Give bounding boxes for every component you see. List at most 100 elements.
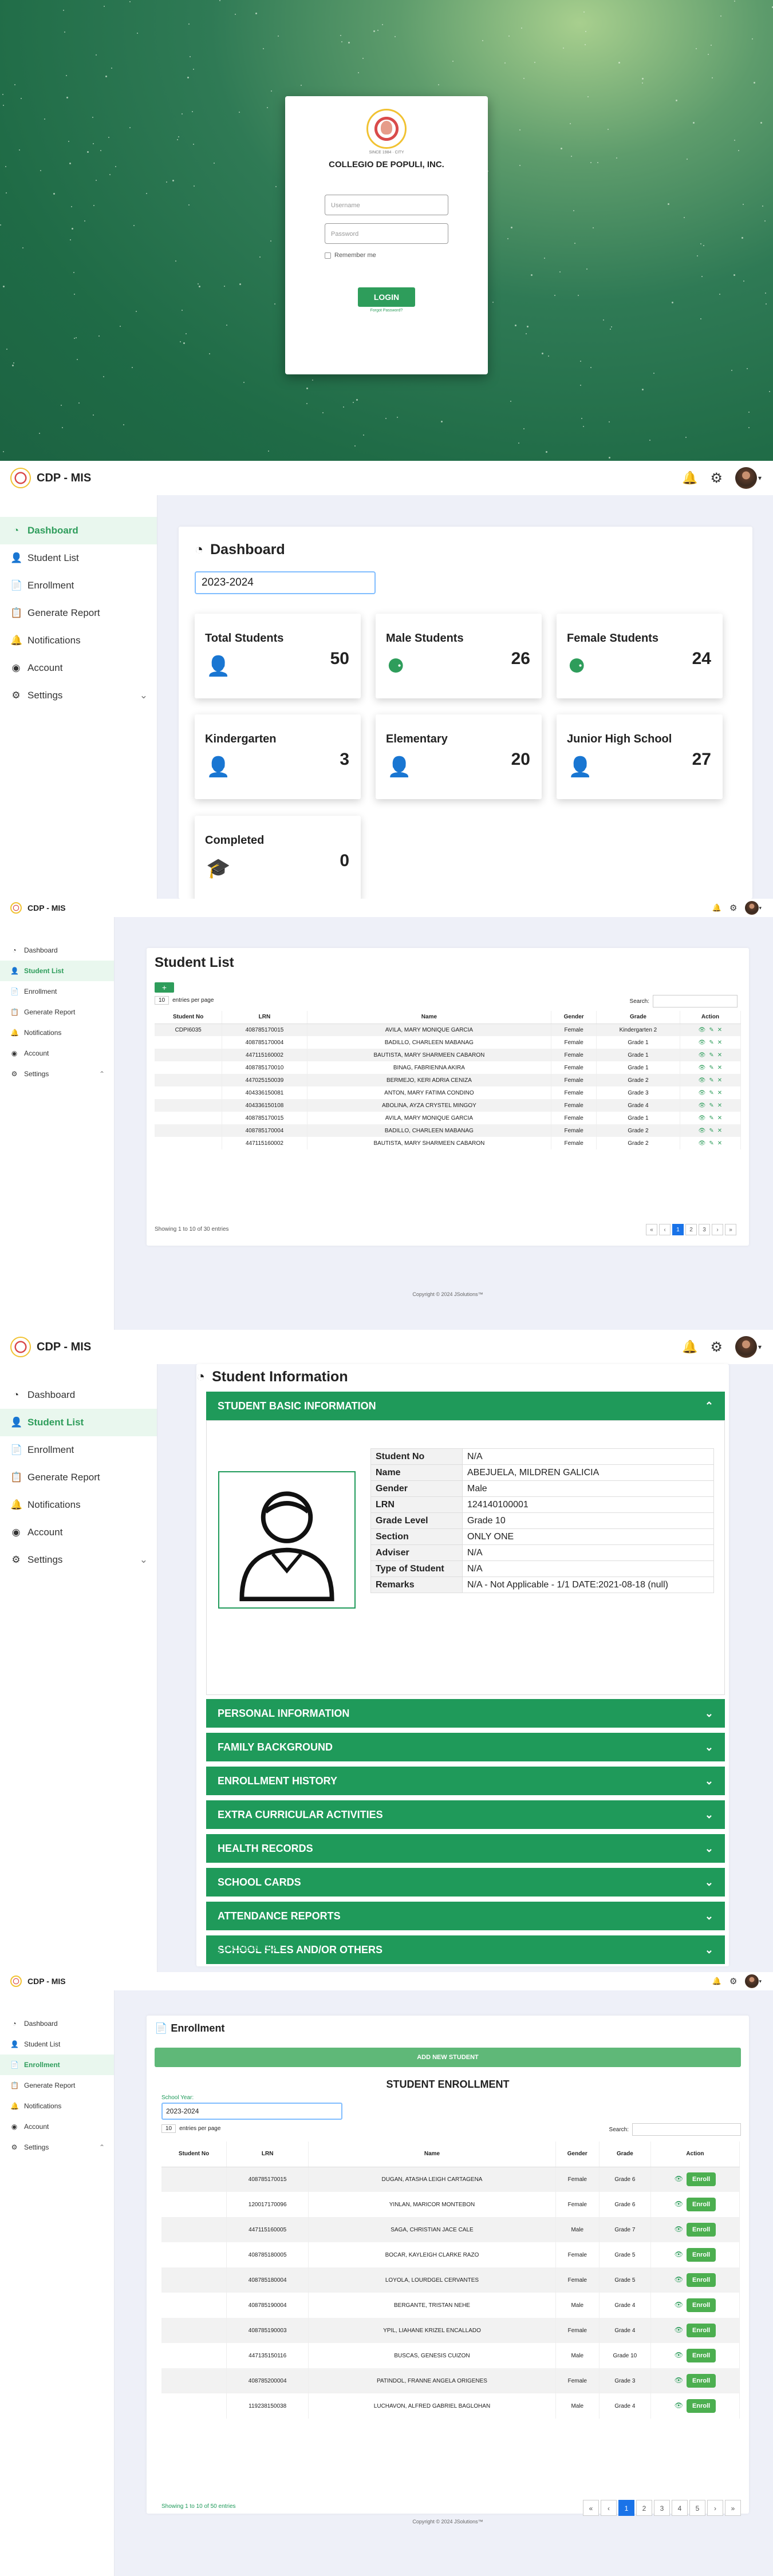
- accordion-personal-information[interactable]: PERSONAL INFORMATION ⌄: [206, 1699, 725, 1728]
- delete-icon[interactable]: ✕: [717, 1027, 722, 1033]
- accordion-health-records[interactable]: HEALTH RECORDS ⌄: [206, 1834, 725, 1863]
- view-icon[interactable]: 👁: [675, 2326, 683, 2334]
- delete-icon[interactable]: ✕: [717, 1103, 722, 1109]
- stat-card-junior-high-school[interactable]: Junior High School 27 👤: [557, 714, 723, 799]
- enroll-button[interactable]: Enroll: [687, 2248, 716, 2262]
- page-button[interactable]: 2: [636, 2500, 652, 2516]
- delete-icon[interactable]: ✕: [717, 1090, 722, 1096]
- delete-icon[interactable]: ✕: [717, 1115, 722, 1121]
- sidebar-item-notifications[interactable]: 🔔 Notifications: [0, 2096, 114, 2116]
- view-icon[interactable]: 👁: [699, 1065, 706, 1071]
- entries-select[interactable]: 10: [161, 2124, 176, 2133]
- sidebar-item-student-list[interactable]: 👤 Student List: [0, 2034, 114, 2055]
- edit-icon[interactable]: ✎: [709, 1128, 713, 1134]
- enroll-button[interactable]: Enroll: [687, 2298, 716, 2312]
- view-icon[interactable]: 👁: [699, 1090, 706, 1096]
- accordion-school-files-and-or-others[interactable]: SCHOOL FILES AND/OR OTHERS ⌄: [206, 1935, 725, 1964]
- delete-icon[interactable]: ✕: [717, 1065, 722, 1071]
- sidebar-item-account[interactable]: ◉ Account: [0, 1519, 157, 1546]
- page-button[interactable]: «: [646, 1224, 657, 1235]
- sidebar-item-settings[interactable]: ⚙ Settings ⌄: [0, 1546, 157, 1574]
- enroll-button[interactable]: Enroll: [687, 2324, 716, 2337]
- column-header[interactable]: LRN: [226, 2142, 309, 2167]
- forgot-password-link[interactable]: Forgot Password?: [285, 309, 488, 313]
- delete-icon[interactable]: ✕: [717, 1128, 722, 1134]
- sidebar-item-generate-report[interactable]: 📋 Generate Report: [0, 2075, 114, 2096]
- view-icon[interactable]: 👁: [675, 2225, 683, 2233]
- view-icon[interactable]: 👁: [675, 2301, 683, 2309]
- view-icon[interactable]: 👁: [675, 2275, 683, 2283]
- column-header[interactable]: Grade: [599, 2142, 651, 2167]
- page-button[interactable]: »: [725, 1224, 736, 1235]
- school-year-select[interactable]: 2023-2024: [195, 571, 376, 594]
- edit-icon[interactable]: ✎: [709, 1065, 713, 1071]
- sidebar-item-settings[interactable]: ⚙ Settings ⌄: [0, 682, 157, 709]
- sidebar-item-notifications[interactable]: 🔔 Notifications: [0, 1022, 114, 1043]
- sidebar-item-settings[interactable]: ⚙ Settings ⌃: [0, 2137, 114, 2158]
- enroll-button[interactable]: Enroll: [687, 2198, 716, 2211]
- page-button[interactable]: 5: [689, 2500, 705, 2516]
- accordion-extra-curricular-activities[interactable]: EXTRA CURRICULAR ACTIVITIES ⌄: [206, 1800, 725, 1829]
- column-header[interactable]: Gender: [551, 1011, 597, 1024]
- sidebar-item-enrollment[interactable]: 📄 Enrollment: [0, 2055, 114, 2075]
- page-button[interactable]: »: [725, 2500, 741, 2516]
- page-button[interactable]: ‹: [659, 1224, 671, 1235]
- gear-icon[interactable]: ⚙: [710, 1339, 723, 1356]
- sidebar-item-dashboard[interactable]: ◔ Dashboard: [0, 1381, 157, 1409]
- edit-icon[interactable]: ✎: [709, 1115, 713, 1121]
- avatar[interactable]: ▾: [735, 1336, 762, 1358]
- view-icon[interactable]: 👁: [675, 2351, 683, 2359]
- view-icon[interactable]: 👁: [675, 2250, 683, 2258]
- page-button[interactable]: 3: [654, 2500, 670, 2516]
- delete-icon[interactable]: ✕: [717, 1040, 722, 1046]
- accordion-basic-info[interactable]: STUDENT BASIC INFORMATION ⌃: [206, 1392, 725, 1420]
- page-button[interactable]: 2: [685, 1224, 697, 1235]
- generate-pdf-link[interactable]: 🗎 Generate PDF: [213, 1942, 282, 1958]
- stat-card-kindergarten[interactable]: Kindergarten 3 👤: [195, 714, 361, 799]
- sidebar-item-dashboard[interactable]: ◔ Dashboard: [0, 517, 157, 544]
- sidebar-item-generate-report[interactable]: 📋 Generate Report: [0, 1464, 157, 1491]
- page-button[interactable]: 1: [672, 1224, 684, 1235]
- column-header[interactable]: Action: [680, 1011, 742, 1024]
- view-icon[interactable]: 👁: [699, 1052, 706, 1058]
- add-new-student-button[interactable]: ADD NEW STUDENT: [155, 2048, 741, 2067]
- page-button[interactable]: ›: [712, 1224, 723, 1235]
- sidebar-item-dashboard[interactable]: ◔ Dashboard: [0, 2013, 114, 2034]
- enroll-button[interactable]: Enroll: [687, 2399, 716, 2413]
- accordion-family-background[interactable]: FAMILY BACKGROUND ⌄: [206, 1733, 725, 1761]
- sidebar-item-student-list[interactable]: 👤 Student List: [0, 1409, 157, 1436]
- sidebar-item-account[interactable]: ◉ Account: [0, 2116, 114, 2137]
- view-icon[interactable]: 👁: [675, 2376, 683, 2384]
- sidebar-item-generate-report[interactable]: 📋 Generate Report: [0, 1002, 114, 1022]
- bell-icon[interactable]: 🔔: [712, 903, 721, 912]
- view-icon[interactable]: 👁: [699, 1140, 706, 1147]
- view-icon[interactable]: 👁: [675, 2175, 683, 2183]
- edit-icon[interactable]: ✎: [709, 1027, 713, 1033]
- sidebar-item-enrollment[interactable]: 📄 Enrollment: [0, 572, 157, 599]
- enroll-button[interactable]: Enroll: [687, 2273, 716, 2287]
- gear-icon[interactable]: ⚙: [729, 1976, 737, 1986]
- view-icon[interactable]: 👁: [699, 1103, 706, 1109]
- bell-icon[interactable]: 🔔: [712, 1977, 721, 1986]
- stat-card-male-students[interactable]: Male Students 26 ⚈: [376, 614, 542, 698]
- enroll-button[interactable]: Enroll: [687, 2172, 716, 2187]
- remember-checkbox[interactable]: [325, 252, 331, 259]
- view-icon[interactable]: 👁: [675, 2200, 683, 2208]
- delete-icon[interactable]: ✕: [717, 1140, 722, 1147]
- delete-icon[interactable]: ✕: [717, 1077, 722, 1084]
- search-input[interactable]: [653, 995, 737, 1008]
- column-header[interactable]: Name: [307, 1011, 552, 1024]
- page-button[interactable]: 4: [672, 2500, 688, 2516]
- view-icon[interactable]: 👁: [675, 2401, 683, 2409]
- view-icon[interactable]: 👁: [699, 1115, 706, 1121]
- sidebar-item-account[interactable]: ◉ Account: [0, 654, 157, 682]
- page-button[interactable]: 1: [618, 2500, 634, 2516]
- username-input[interactable]: Username: [325, 195, 448, 215]
- school-year-select[interactable]: 2023-2024: [161, 2103, 342, 2120]
- add-student-button[interactable]: +: [155, 982, 174, 993]
- sidebar-item-settings[interactable]: ⚙ Settings ⌃: [0, 1064, 114, 1084]
- accordion-attendance-reports[interactable]: ATTENDANCE REPORTS ⌄: [206, 1902, 725, 1930]
- sidebar-item-generate-report[interactable]: 📋 Generate Report: [0, 599, 157, 627]
- edit-icon[interactable]: ✎: [709, 1103, 713, 1109]
- remember-me[interactable]: Remember me: [325, 252, 448, 259]
